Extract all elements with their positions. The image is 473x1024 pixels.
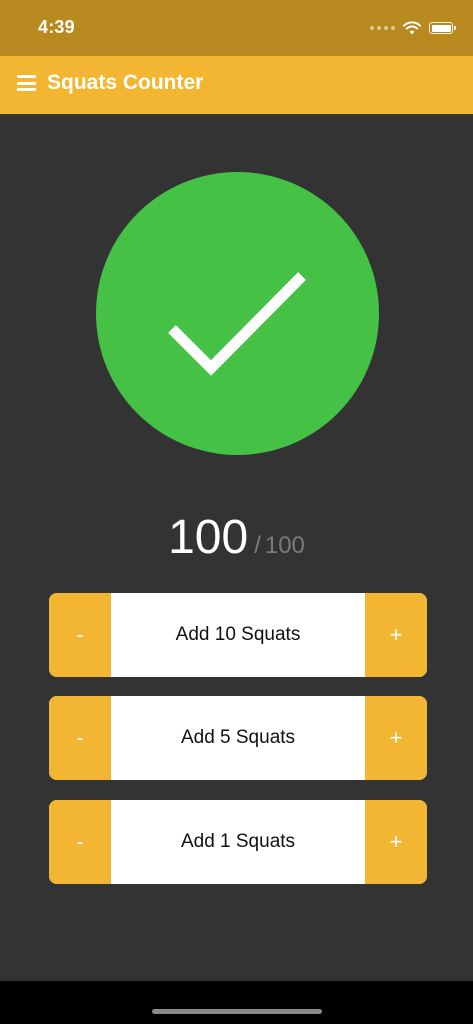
status-bar: 4:39 [0,0,473,56]
wifi-icon [403,21,421,35]
main-content: 100/100 - Add 10 Squats + - Add 5 Squats… [0,114,473,981]
subtract-10-squats-button[interactable]: - [49,593,111,677]
hamburger-menu-icon[interactable] [17,75,36,91]
completion-indicator [96,172,379,455]
squat-count-display: 100/100 [0,510,473,565]
subtract-1-squats-button[interactable]: - [49,800,111,884]
add-10-squats-button[interactable]: + [365,593,427,677]
app-bar: Squats Counter [0,56,473,114]
subtract-5-squats-button[interactable]: - [49,696,111,780]
add-10-squats-row: - Add 10 Squats + [49,593,427,677]
status-time: 4:39 [38,17,75,37]
squat-count: 100 [168,511,249,564]
add-5-squats-row: - Add 5 Squats + [49,696,427,780]
app-title: Squats Counter [47,71,204,94]
home-indicator[interactable] [152,1009,322,1014]
count-separator: / [254,532,261,559]
add-1-squats-button[interactable]: + [365,800,427,884]
checkmark-icon [168,272,306,376]
battery-icon [429,22,456,34]
squat-goal: 100 [264,532,305,559]
battery-level [431,24,451,32]
add-10-squats-label: Add 10 Squats [111,593,365,677]
status-icons [370,19,456,37]
add-5-squats-button[interactable]: + [365,696,427,780]
add-1-squats-row: - Add 1 Squats + [49,800,427,884]
add-5-squats-label: Add 5 Squats [111,696,365,780]
cellular-signal-icon [370,26,395,30]
add-1-squats-label: Add 1 Squats [111,800,365,884]
